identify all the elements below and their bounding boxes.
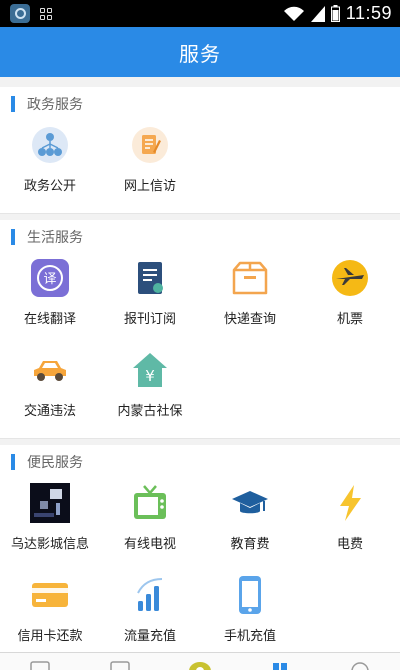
service-air-tickets[interactable]: 机票	[300, 254, 400, 346]
lightning-icon	[330, 483, 370, 523]
section-header: 政务服务	[0, 87, 400, 121]
service-data-recharge[interactable]: 流量充值	[100, 571, 200, 652]
signal-icon	[310, 5, 325, 22]
section-header: 便民服务	[0, 445, 400, 479]
service-electricity-fee[interactable]: 电费	[300, 479, 400, 571]
service-online-petition[interactable]: 网上信访	[100, 121, 200, 213]
service-newspaper-subscription[interactable]: 报刊订阅	[100, 254, 200, 346]
service-cable-tv[interactable]: 有线电视	[100, 479, 200, 571]
title-bar: 服务	[0, 27, 400, 77]
social-security-icon: ¥	[130, 350, 170, 390]
signal-bars-icon	[130, 575, 170, 615]
cinema-photo-icon	[30, 483, 70, 523]
home-icon	[30, 661, 50, 670]
status-bar: 11:59	[0, 0, 400, 27]
service-credit-card-repayment[interactable]: 信用卡还款	[0, 571, 100, 652]
service-social-security[interactable]: ¥ 内蒙古社保	[100, 346, 200, 438]
nav-tab-services[interactable]	[240, 653, 320, 670]
page-title: 服务	[179, 41, 221, 66]
wifi-icon	[283, 6, 304, 21]
svg-text:¥: ¥	[145, 367, 155, 385]
nav-tab-3[interactable]	[160, 653, 240, 670]
message-icon	[110, 661, 130, 670]
section-title: 政务服务	[27, 97, 83, 113]
app-icon	[10, 4, 30, 23]
package-icon	[230, 258, 270, 298]
service-cinema-info[interactable]: 乌达影城信息	[0, 479, 100, 571]
service-online-translate[interactable]: 译 在线翻译	[0, 254, 100, 346]
org-chart-icon	[30, 125, 70, 165]
graduation-cap-icon	[230, 483, 270, 523]
battery-icon	[330, 5, 340, 22]
tv-icon	[130, 483, 170, 523]
document-edit-icon	[130, 125, 170, 165]
section-government: 政务服务 政务公开 网上信访	[0, 87, 400, 214]
section-life: 生活服务 译 在线翻译 报刊订阅 快递查询 机票 交通违法 ¥ 内蒙古社保	[0, 220, 400, 439]
clock: 11:59	[345, 3, 392, 23]
bottom-navigation	[0, 652, 400, 670]
svg-text:译: 译	[43, 272, 56, 287]
service-government-disclosure[interactable]: 政务公开	[0, 121, 100, 213]
service-phone-recharge[interactable]: 手机充值	[200, 571, 300, 652]
credit-card-icon	[30, 575, 70, 615]
car-icon	[30, 350, 70, 390]
airplane-icon	[330, 258, 370, 298]
section-title: 便民服务	[27, 455, 83, 471]
services-list[interactable]: 政务服务 政务公开 网上信访 生活服务 译 在线翻译 报刊订阅 快递查询 机票 …	[0, 77, 400, 652]
service-express-tracking[interactable]: 快递查询	[200, 254, 300, 346]
profile-icon	[351, 662, 369, 670]
nav-tab-2[interactable]	[80, 653, 160, 670]
service-traffic-violation[interactable]: 交通违法	[0, 346, 100, 438]
translate-icon: 译	[30, 258, 70, 298]
nav-tab-1[interactable]	[0, 653, 80, 670]
nav-tab-5[interactable]	[320, 653, 400, 670]
service-education-fee[interactable]: 教育费	[200, 479, 300, 571]
grid-icon	[40, 7, 52, 20]
section-convenience: 便民服务 乌达影城信息 有线电视 教育费 电费 信用卡还款 流量充值 手机充值	[0, 445, 400, 652]
newspaper-icon	[130, 258, 170, 298]
center-logo-icon	[189, 662, 211, 670]
phone-icon	[230, 575, 270, 615]
section-title: 生活服务	[27, 230, 83, 246]
section-header: 生活服务	[0, 220, 400, 254]
services-icon	[273, 663, 287, 670]
